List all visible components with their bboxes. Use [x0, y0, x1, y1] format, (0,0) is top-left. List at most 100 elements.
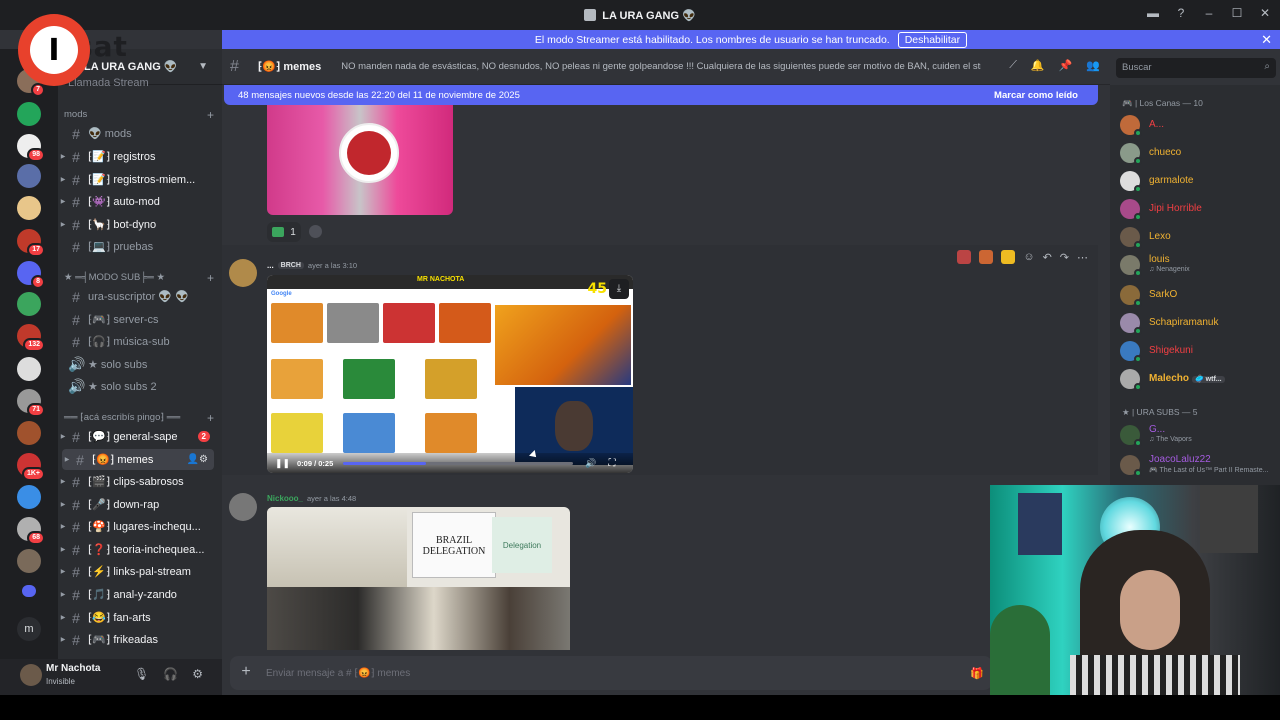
server-icon-13[interactable]: 1K+	[17, 453, 45, 481]
gift-icon[interactable]: 🎁	[970, 667, 984, 680]
channel-fan-arts[interactable]: ▶ # ⁅😂⁆ fan-arts	[58, 607, 216, 628]
volume-icon[interactable]: 🔊	[585, 458, 596, 469]
help-icon[interactable]: ?	[1174, 6, 1188, 20]
channel-anal-y-zando[interactable]: ▶ # ⁅🎵⁆ anal-y-zando	[58, 584, 216, 605]
channel-clips-sabrosos[interactable]: ▶ # ⁅🎬⁆ clips-sabrosos	[58, 471, 216, 492]
member-item[interactable]: Malecho 🥏 wtf...	[1120, 369, 1278, 395]
member-item[interactable]: Jipi Horrible	[1120, 199, 1278, 225]
channel-pruebas[interactable]: # ⁅💻⁆ pruebas	[58, 236, 216, 257]
reply-icon[interactable]: ↶	[1043, 251, 1052, 264]
category-modo-sub[interactable]: ★ ═╡MODO SUB╞═ ★ +	[64, 271, 214, 285]
add-reaction-icon[interactable]	[309, 225, 322, 238]
message-composer[interactable]: + Enviar mensaje a # ⁅😡⁆ memes 🎁	[230, 656, 992, 690]
download-icon[interactable]: ⤓	[609, 279, 629, 299]
more-icon[interactable]: ⋯	[1077, 251, 1088, 264]
new-messages-bar[interactable]: 48 mensajes nuevos desde las 22:20 del 1…	[224, 85, 1098, 105]
channel-general-sape[interactable]: ▶ # ⁅💬⁆ general-sape 2	[58, 426, 216, 447]
voice-solo-subs-2[interactable]: 🔊 ★ solo subs 2	[58, 376, 216, 397]
server-icon-14[interactable]	[17, 485, 41, 509]
headphones-icon[interactable]: 🎧	[163, 667, 178, 681]
server-icon-16[interactable]	[17, 549, 41, 573]
message-image-delegation[interactable]: BRAZIL DELEGATION Delegation	[267, 507, 570, 650]
server-icon-3[interactable]: 98	[17, 134, 45, 162]
server-icon-7[interactable]: 8	[17, 261, 45, 289]
mark-as-read-button[interactable]: Marcar como leído	[994, 90, 1078, 101]
server-icon-10[interactable]	[17, 357, 41, 381]
channel-server-cs[interactable]: # ⁅🎮⁆ server-cs	[58, 309, 216, 330]
channel-ura-suscriptor[interactable]: # ura-suscriptor 👽 👽	[58, 286, 216, 307]
member-item[interactable]: chueco	[1120, 143, 1278, 169]
server-icon-6[interactable]: 17	[17, 229, 45, 257]
reaction-icon[interactable]	[979, 250, 994, 264]
channel-registros[interactable]: ▶ # ⁅📝⁆ registros	[58, 146, 216, 167]
pin-icon[interactable]: 📌	[1059, 59, 1073, 72]
server-icon-11[interactable]: 71	[17, 389, 45, 417]
server-icon-2[interactable]	[17, 102, 41, 126]
server-icon-12[interactable]	[17, 421, 41, 445]
server-icon-15[interactable]: 68	[17, 517, 45, 545]
inbox-icon[interactable]: ▬	[1146, 6, 1160, 20]
channel-topic[interactable]: NO manden nada de esvásticas, NO desnudo…	[341, 61, 981, 72]
voice-solo-subs[interactable]: 🔊 ★ solo subs	[58, 354, 216, 375]
member-item[interactable]: garmalote	[1120, 171, 1278, 197]
category-aca-escribis[interactable]: ══ ⁅acá escribís pingo⁆ ══ +	[64, 411, 214, 425]
channel-down-rap[interactable]: ▶ # ⁅🎤⁆ down-rap	[58, 494, 216, 515]
category-mods[interactable]: mods +	[64, 108, 214, 122]
reaction-icon[interactable]	[957, 250, 972, 264]
forward-icon[interactable]: ↷	[1060, 251, 1069, 264]
member-item[interactable]: Schapiramanuk	[1120, 313, 1278, 339]
channel-mods[interactable]: # 👽 mods	[58, 123, 216, 144]
maximize-button[interactable]: ☐	[1230, 6, 1244, 20]
add-attachment-icon[interactable]: +	[236, 663, 256, 683]
minimize-button[interactable]: –	[1202, 6, 1216, 20]
fullscreen-icon[interactable]: ⛶	[609, 458, 616, 469]
server-icon-4[interactable]	[17, 164, 41, 188]
channel-lugares-inchequ[interactable]: ▶ # ⁅🍄⁆ lugares-inchequ...	[58, 516, 216, 537]
microphone-icon[interactable]: 🎙	[134, 667, 149, 681]
gear-icon[interactable]: ⚙	[192, 667, 203, 681]
server-icon-5[interactable]	[17, 196, 41, 220]
server-icon-8[interactable]	[17, 292, 41, 316]
disable-streamer-button[interactable]: Deshabilitar	[897, 31, 968, 48]
add-reaction-icon[interactable]: ☺	[1023, 251, 1034, 263]
search-input[interactable]: Buscar ⌕	[1116, 58, 1276, 78]
member-item[interactable]: JoacoLaluz22 🎮 The Last of Us™ Part II Re…	[1120, 454, 1278, 481]
member-item[interactable]: Shigekuni	[1120, 341, 1278, 367]
threads-icon[interactable]: ⟋	[1009, 59, 1017, 72]
folder-icon[interactable]	[22, 585, 36, 597]
author-name[interactable]: Nickooo_	[267, 494, 303, 503]
reaction-pill[interactable]: 1	[267, 222, 301, 242]
bell-icon[interactable]: 🔔	[1031, 59, 1045, 72]
member-item[interactable]: SarkO	[1120, 285, 1278, 311]
close-banner-icon[interactable]: ✕	[1261, 32, 1272, 48]
channel-auto-mod[interactable]: ▶ # ⁅👾⁆ auto-mod	[58, 191, 216, 212]
close-window-button[interactable]: ✕	[1258, 6, 1272, 20]
channel-settings-icon[interactable]: 👤⚙	[187, 454, 208, 465]
member-item[interactable]: G... ♫ The Vapors	[1120, 424, 1278, 451]
member-item[interactable]: A...	[1120, 115, 1278, 141]
member-item[interactable]: louis ♫ Nenagenix	[1120, 254, 1278, 281]
chevron-down-icon[interactable]: ▼	[198, 61, 208, 72]
channel-bot-dyno[interactable]: ▶ # ⁅🦙⁆ bot-dyno	[58, 214, 216, 235]
video-player[interactable]: MR NACHOTA Google 45 ⤓ ❚❚ 0:09 / 0:25 🔊 …	[267, 275, 633, 473]
channel-llamada-stream[interactable]: Llamada Stream	[68, 77, 149, 89]
channel-musica-sub[interactable]: # ⁅🎧⁆ música-sub	[58, 331, 216, 352]
pause-icon[interactable]: ❚❚	[275, 458, 290, 469]
members-icon[interactable]: 👥	[1086, 59, 1100, 72]
message-image-jessica[interactable]	[267, 105, 453, 215]
add-channel-icon[interactable]: +	[207, 108, 214, 122]
author-name[interactable]: ...	[267, 261, 274, 270]
server-icon-9[interactable]: 132	[17, 324, 45, 352]
reaction-icon[interactable]	[1001, 250, 1016, 264]
channel-memes[interactable]: ▶ # ⁅😡⁆ memes 👤⚙	[62, 449, 214, 470]
add-channel-icon[interactable]: +	[207, 411, 214, 425]
video-progress-bar[interactable]	[343, 461, 574, 465]
add-channel-icon[interactable]: +	[207, 271, 214, 285]
avatar[interactable]	[20, 664, 42, 686]
avatar[interactable]	[229, 259, 257, 287]
channel-registros-miem[interactable]: ▶ # ⁅📝⁆ registros-miem...	[58, 169, 216, 190]
server-icon-m[interactable]: m	[17, 617, 41, 641]
channel-frikeadas[interactable]: ▶ # ⁅🎮⁆ frikeadas	[58, 629, 216, 650]
member-item[interactable]: Lexo	[1120, 227, 1278, 253]
channel-links-pal-stream[interactable]: ▶ # ⁅⚡⁆ links-pal-stream	[58, 561, 216, 582]
